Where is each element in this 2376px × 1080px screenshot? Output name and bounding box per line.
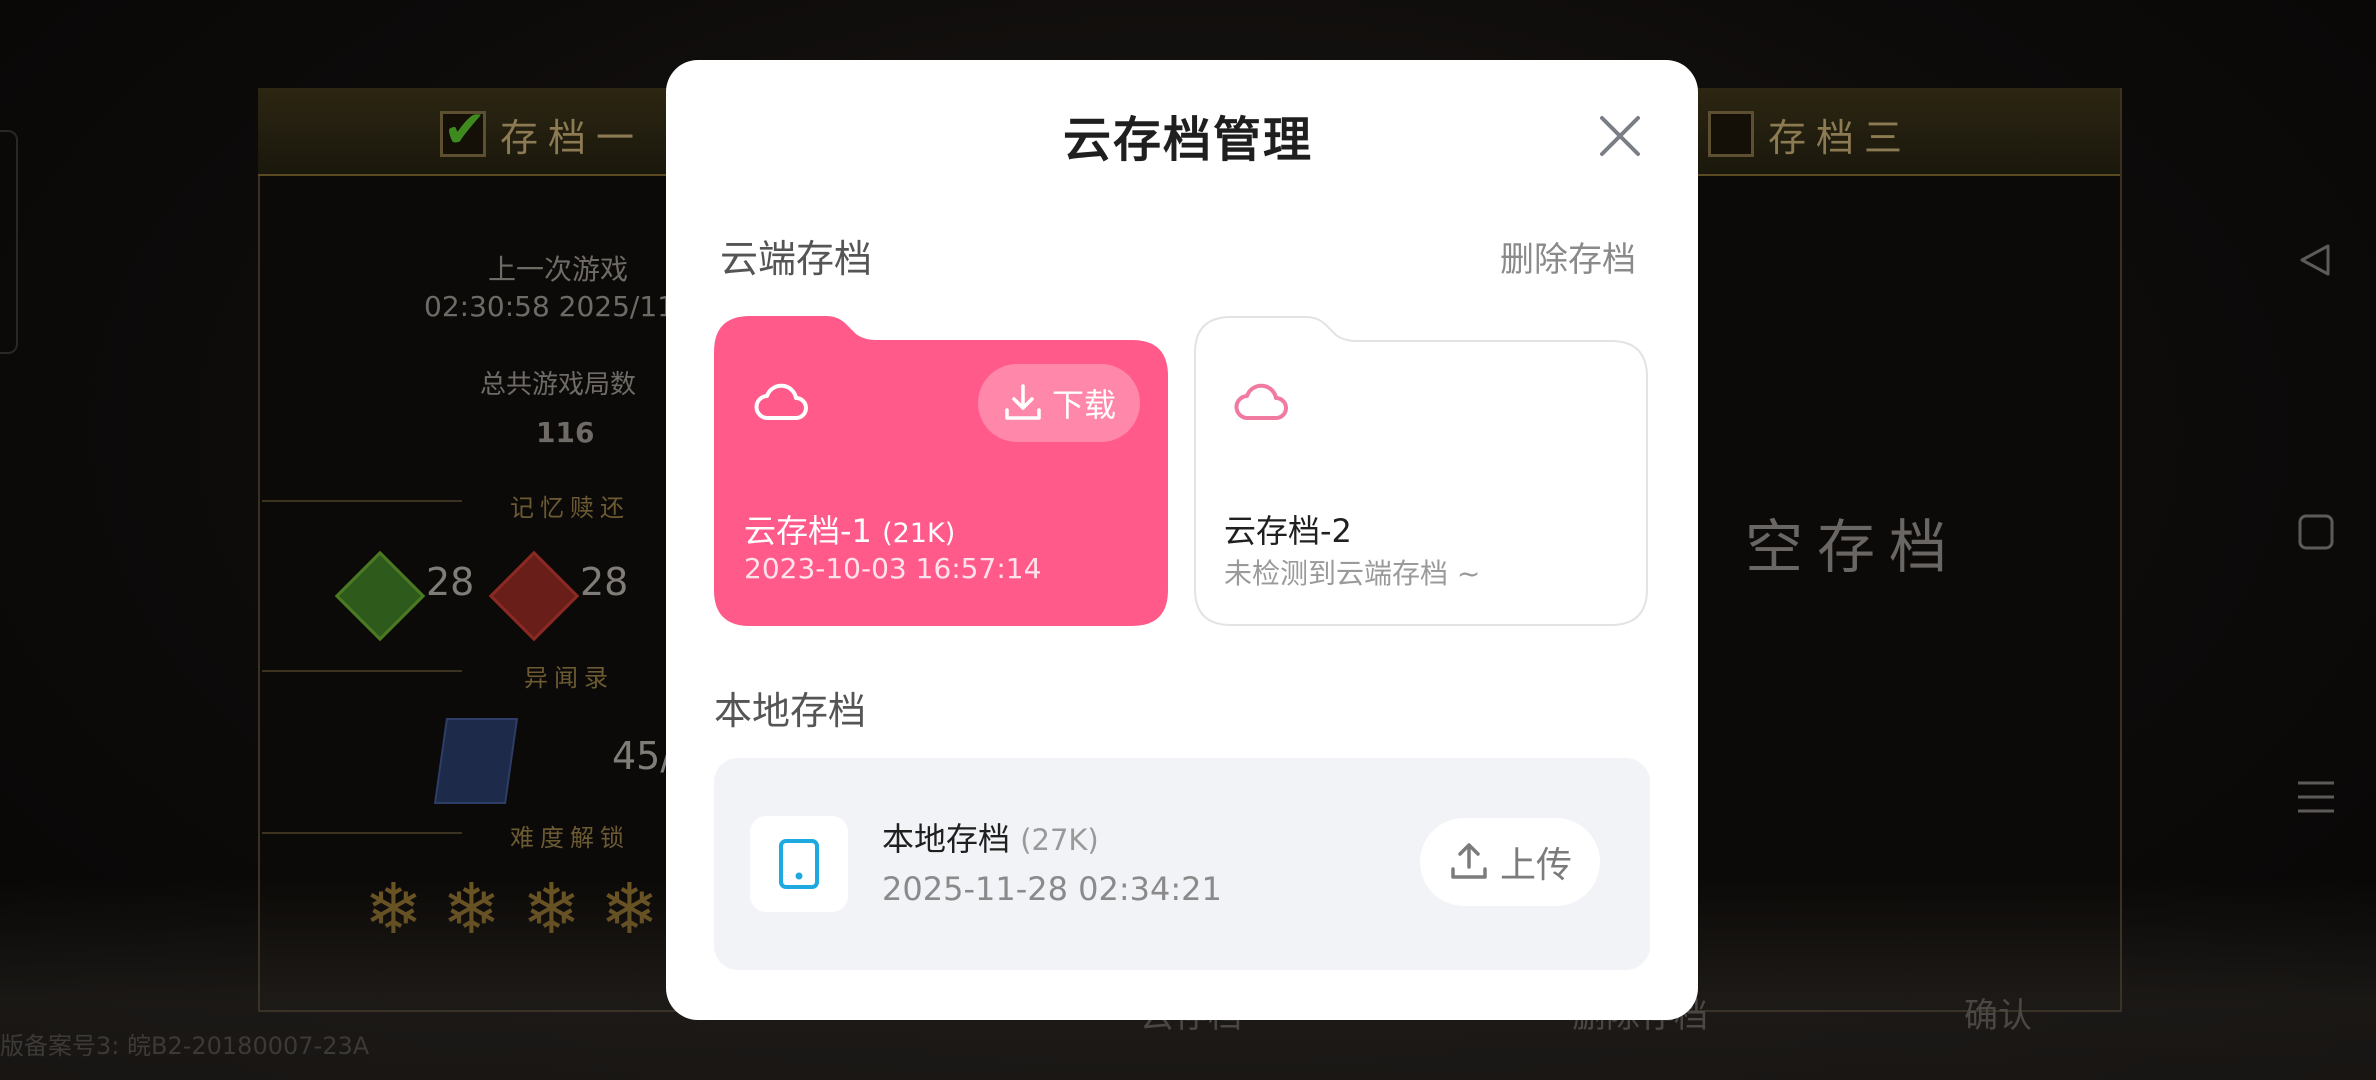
delete-save-button[interactable]: 删除存档 bbox=[1500, 232, 1636, 281]
difficulty-label: 难度解锁 bbox=[510, 824, 630, 852]
cloud-save-1-title: 云存档-1 (21K) bbox=[744, 506, 955, 552]
anomaly-label: 异闻录 bbox=[524, 664, 614, 692]
download-icon bbox=[1005, 384, 1041, 420]
back-icon[interactable] bbox=[2296, 240, 2336, 280]
book-icon bbox=[433, 718, 519, 804]
cloud-save-2-name: 云存档-2 bbox=[1224, 512, 1352, 550]
cloud-section-label: 云端存档 bbox=[720, 237, 873, 281]
local-section-label: 本地存档 bbox=[714, 689, 867, 733]
divider bbox=[262, 500, 462, 502]
download-label: 下载 bbox=[1051, 386, 1116, 424]
upload-label: 上传 bbox=[1499, 845, 1572, 886]
cloud-save-1-date: 2023-10-03 16:57:14 bbox=[744, 552, 1042, 585]
cloud-save-2-status: 未检测到云端存档 ~ bbox=[1224, 557, 1481, 590]
upload-icon bbox=[1451, 843, 1487, 879]
empty-slot-label: 空存档 bbox=[1745, 513, 1962, 581]
divider bbox=[262, 832, 462, 834]
local-save-name: 本地存档 bbox=[882, 820, 1011, 858]
stat-value-1: 28 bbox=[426, 560, 475, 604]
home-icon[interactable] bbox=[2296, 512, 2336, 552]
footer-confirm-button[interactable]: 确认 bbox=[1964, 988, 2032, 1037]
cloud-icon bbox=[754, 383, 808, 420]
dialog-title: 云存档管理 bbox=[1062, 112, 1313, 168]
local-save-title: 本地存档 (27K) bbox=[882, 814, 1099, 860]
upload-button[interactable]: 上传 bbox=[1420, 818, 1600, 906]
last-play-label: 上一次游戏 bbox=[488, 253, 629, 286]
total-games-value: 116 bbox=[536, 416, 595, 449]
local-save-date: 2025-11-28 02:34:21 bbox=[882, 870, 1222, 908]
local-save-card: 本地存档 (27K) 2025-11-28 02:34:21 上传 bbox=[714, 758, 1650, 970]
stat-value-2: 28 bbox=[580, 560, 629, 604]
cloud-save-1-name: 云存档-1 bbox=[744, 512, 872, 550]
memory-label: 记忆赎还 bbox=[510, 494, 630, 522]
cloud-save-card-2[interactable]: 云存档-2 未检测到云端存档 ~ bbox=[1194, 316, 1648, 626]
divider bbox=[262, 670, 462, 672]
tablet-icon bbox=[779, 839, 819, 889]
cloud-save-1-size: (21K) bbox=[882, 518, 956, 549]
cloud-save-card-1[interactable]: 下载 云存档-1 (21K) 2023-10-03 16:57:14 bbox=[714, 316, 1168, 626]
icp-license-text: 版备案号3: 皖B2-20180007-23A bbox=[0, 1032, 370, 1060]
anomaly-value: 45/ bbox=[612, 734, 674, 778]
menu-icon[interactable] bbox=[2296, 777, 2336, 817]
close-icon[interactable] bbox=[1598, 114, 1642, 158]
last-play-time: 02:30:58 2025/11/2 bbox=[424, 290, 703, 323]
total-games-label: 总共游戏局数 bbox=[480, 370, 637, 400]
device-tile bbox=[750, 816, 848, 912]
download-button[interactable]: 下载 bbox=[978, 364, 1140, 442]
cloud-icon bbox=[1234, 383, 1288, 420]
local-save-size: (27K) bbox=[1020, 823, 1099, 857]
